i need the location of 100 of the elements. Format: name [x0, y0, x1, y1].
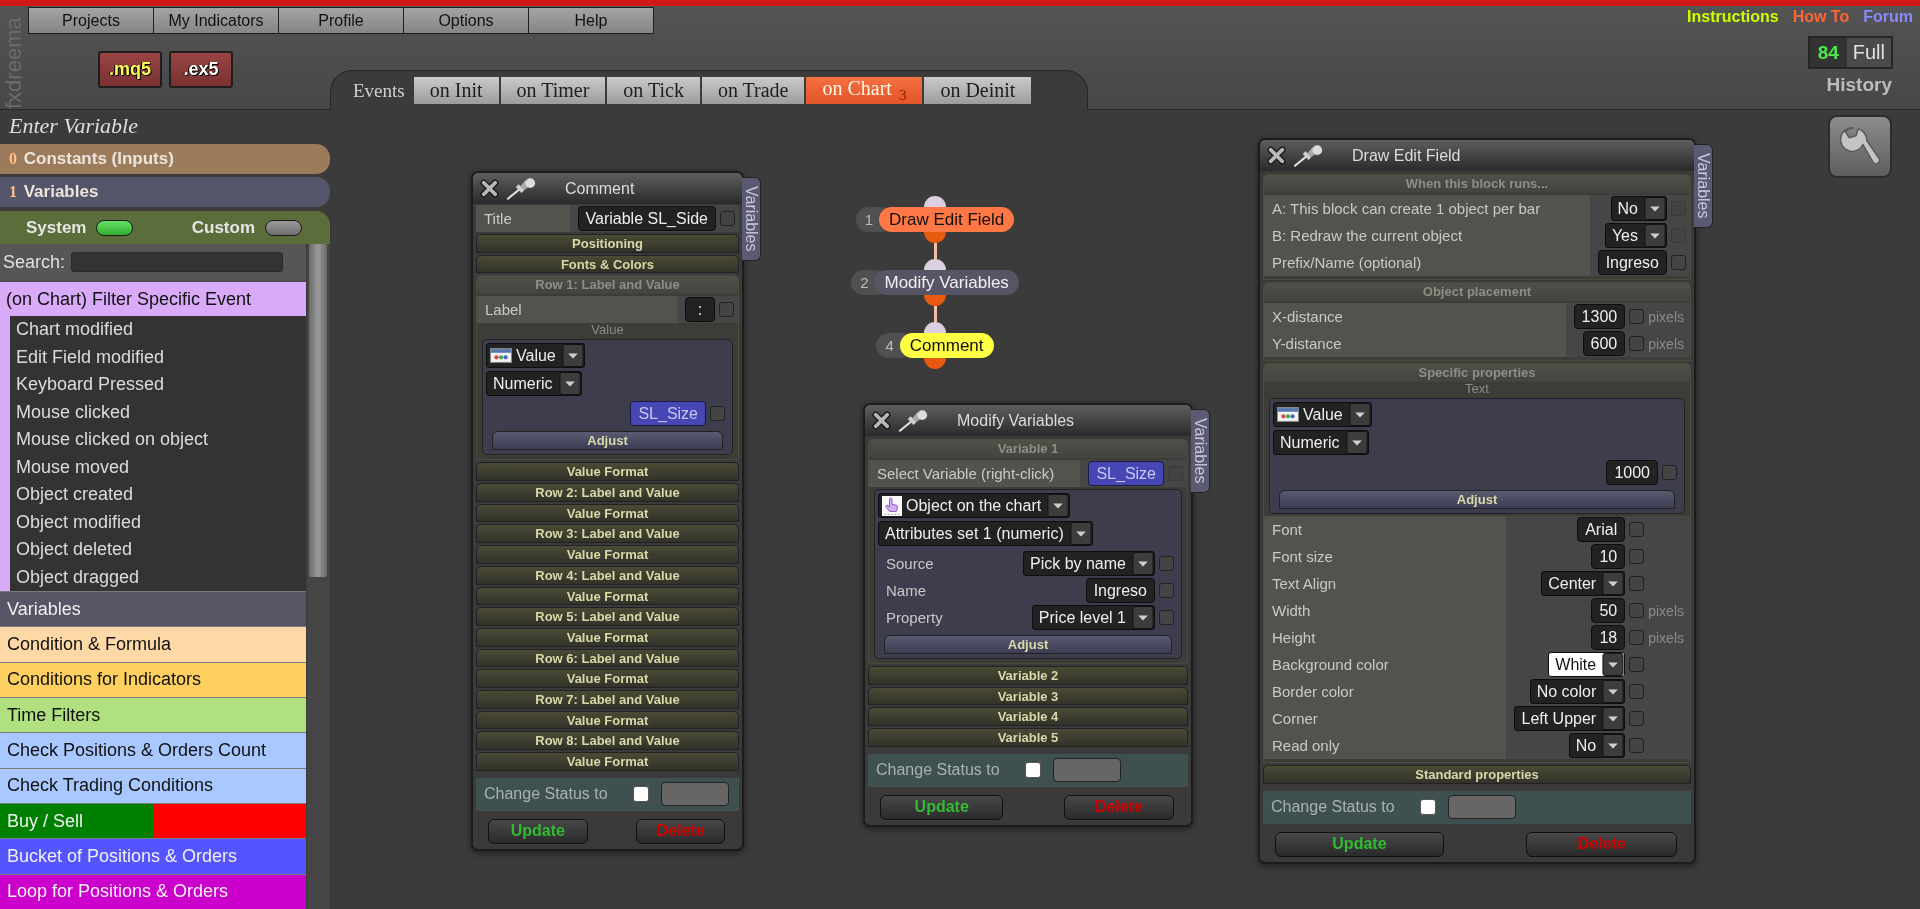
update-button[interactable]: Update [488, 818, 588, 844]
source-dropdown[interactable]: Object on the chart [878, 493, 1071, 518]
input-port-icon[interactable] [924, 259, 946, 270]
menu-item[interactable]: Options [403, 7, 529, 34]
top-link[interactable]: Instructions [1687, 8, 1779, 26]
checkbox[interactable] [1629, 522, 1645, 537]
checkbox[interactable] [1419, 799, 1436, 816]
checkbox[interactable] [1629, 684, 1645, 699]
event-item[interactable]: Mouse moved [16, 456, 306, 478]
text-field[interactable]: Arial [1577, 517, 1626, 542]
category-item[interactable]: Condition & Formula [0, 626, 306, 662]
checkbox[interactable] [720, 211, 735, 226]
section-header[interactable]: Row 8: Label and Value [476, 731, 739, 750]
section-header[interactable]: Row 7: Label and Value [476, 689, 739, 709]
text-field[interactable]: Variable SL_Side [577, 206, 716, 231]
close-icon[interactable] [479, 178, 500, 199]
variables-tab[interactable]: Variables [1694, 144, 1713, 228]
search-field[interactable] [71, 252, 284, 272]
option-dropdown[interactable]: Price level 1 [1031, 605, 1155, 630]
menu-item[interactable]: My Indicators [153, 7, 279, 34]
history-mode[interactable]: Full [1846, 38, 1891, 67]
flow-node[interactable]: Draw Edit Field [879, 207, 1015, 232]
checkbox[interactable] [632, 786, 649, 803]
event-item[interactable]: Mouse clicked [16, 401, 306, 423]
checkbox[interactable] [1629, 603, 1645, 618]
text-field[interactable]: 10 [1591, 544, 1626, 569]
type-dropdown[interactable]: Numeric [486, 371, 582, 397]
checkbox[interactable] [1629, 576, 1645, 591]
checkbox[interactable] [1629, 309, 1645, 324]
checkbox[interactable] [1629, 630, 1645, 645]
event-tab[interactable]: on Trade [701, 77, 805, 104]
variables-tab[interactable]: Variables [742, 177, 761, 261]
section-header[interactable]: Value Format [476, 586, 739, 606]
export-button[interactable]: .mq5 [98, 51, 162, 88]
option-dropdown[interactable]: Pick by name [1022, 551, 1155, 576]
output-port-icon[interactable] [924, 295, 946, 306]
toggle-switch[interactable] [265, 219, 302, 236]
toggle-switch[interactable] [96, 219, 134, 236]
checkbox[interactable] [1629, 711, 1645, 726]
checkbox[interactable] [1159, 610, 1174, 625]
category-item[interactable]: Bucket of Positions & Orders [0, 838, 306, 874]
checkbox[interactable] [710, 406, 725, 422]
checkbox[interactable] [1159, 556, 1174, 571]
close-icon[interactable] [1266, 145, 1287, 166]
text-field[interactable]: 1300 [1573, 304, 1626, 329]
section-header[interactable]: Value Format [476, 627, 739, 647]
event-tab[interactable]: on Timer [500, 77, 606, 104]
section-header[interactable]: Row 3: Label and Value [476, 524, 739, 544]
section-header[interactable]: Fonts & Colors [476, 254, 739, 274]
checkbox[interactable] [1629, 549, 1645, 564]
status-field[interactable] [1447, 795, 1516, 820]
text-field[interactable]: 18 [1591, 625, 1626, 650]
event-item[interactable]: Edit Field modified [16, 346, 306, 368]
checkbox[interactable] [1629, 336, 1645, 351]
close-icon[interactable] [871, 410, 892, 431]
group-header[interactable]: (on Chart) Filter Specific Event [0, 282, 306, 316]
event-tab[interactable]: on Init [413, 77, 499, 104]
event-item[interactable]: Object modified [16, 511, 306, 533]
adjust-button[interactable]: Adjust [884, 635, 1172, 654]
option-dropdown[interactable]: Center [1541, 571, 1626, 596]
text-field[interactable]: Ingreso [1597, 250, 1667, 275]
section-header[interactable]: Variable 3 [868, 686, 1188, 706]
event-tab[interactable]: on Tick [607, 77, 700, 104]
text-field[interactable]: 50 [1591, 598, 1626, 623]
category-item[interactable]: Time Filters [0, 697, 306, 733]
category-item[interactable]: Conditions for Indicators [0, 661, 306, 697]
flow-node[interactable]: Comment [899, 333, 994, 358]
section-header[interactable]: Value Format [476, 462, 739, 482]
section-header[interactable]: Variable 2 [868, 666, 1188, 685]
section-header[interactable]: Value Format [476, 669, 739, 688]
section-header[interactable]: Positioning [476, 234, 739, 253]
event-item[interactable]: Mouse clicked on object [16, 429, 306, 451]
text-field[interactable]: 600 [1582, 331, 1626, 356]
text-field[interactable]: Ingreso [1085, 578, 1155, 603]
source-dropdown[interactable]: Value [486, 343, 585, 369]
section-header[interactable]: Variable 4 [868, 707, 1188, 727]
export-button[interactable]: .ex5 [169, 51, 233, 88]
section-header[interactable]: Value Format [476, 503, 739, 523]
category-item[interactable]: Loop for Positions & Orders [0, 873, 306, 909]
output-port-icon[interactable] [924, 358, 946, 369]
option-dropdown[interactable]: Left Upper [1514, 706, 1626, 731]
category-item[interactable]: Buy / Sell [0, 802, 306, 839]
checkbox[interactable] [1629, 657, 1645, 672]
source-dropdown[interactable]: Value [1273, 402, 1372, 427]
input-port-icon[interactable] [924, 322, 946, 333]
input-port-icon[interactable] [924, 196, 946, 207]
tools-button[interactable] [1828, 115, 1892, 178]
adjust-button[interactable]: Adjust [492, 431, 723, 451]
menu-item[interactable]: Profile [278, 7, 404, 34]
text-field[interactable]: : [685, 297, 715, 323]
section-header[interactable]: Value Format [476, 752, 739, 771]
section-header[interactable]: Row 5: Label and Value [476, 607, 739, 626]
checkbox[interactable] [1671, 255, 1686, 270]
checkbox[interactable] [1629, 738, 1645, 753]
event-item[interactable]: Object dragged [16, 566, 306, 588]
variable-chip[interactable]: SL_Size [1088, 461, 1164, 486]
status-field[interactable] [660, 782, 729, 807]
category-item[interactable]: Check Positions & Orders Count [0, 732, 306, 768]
event-item[interactable]: Object created [16, 484, 306, 506]
section-header[interactable]: Variable 5 [868, 728, 1188, 747]
